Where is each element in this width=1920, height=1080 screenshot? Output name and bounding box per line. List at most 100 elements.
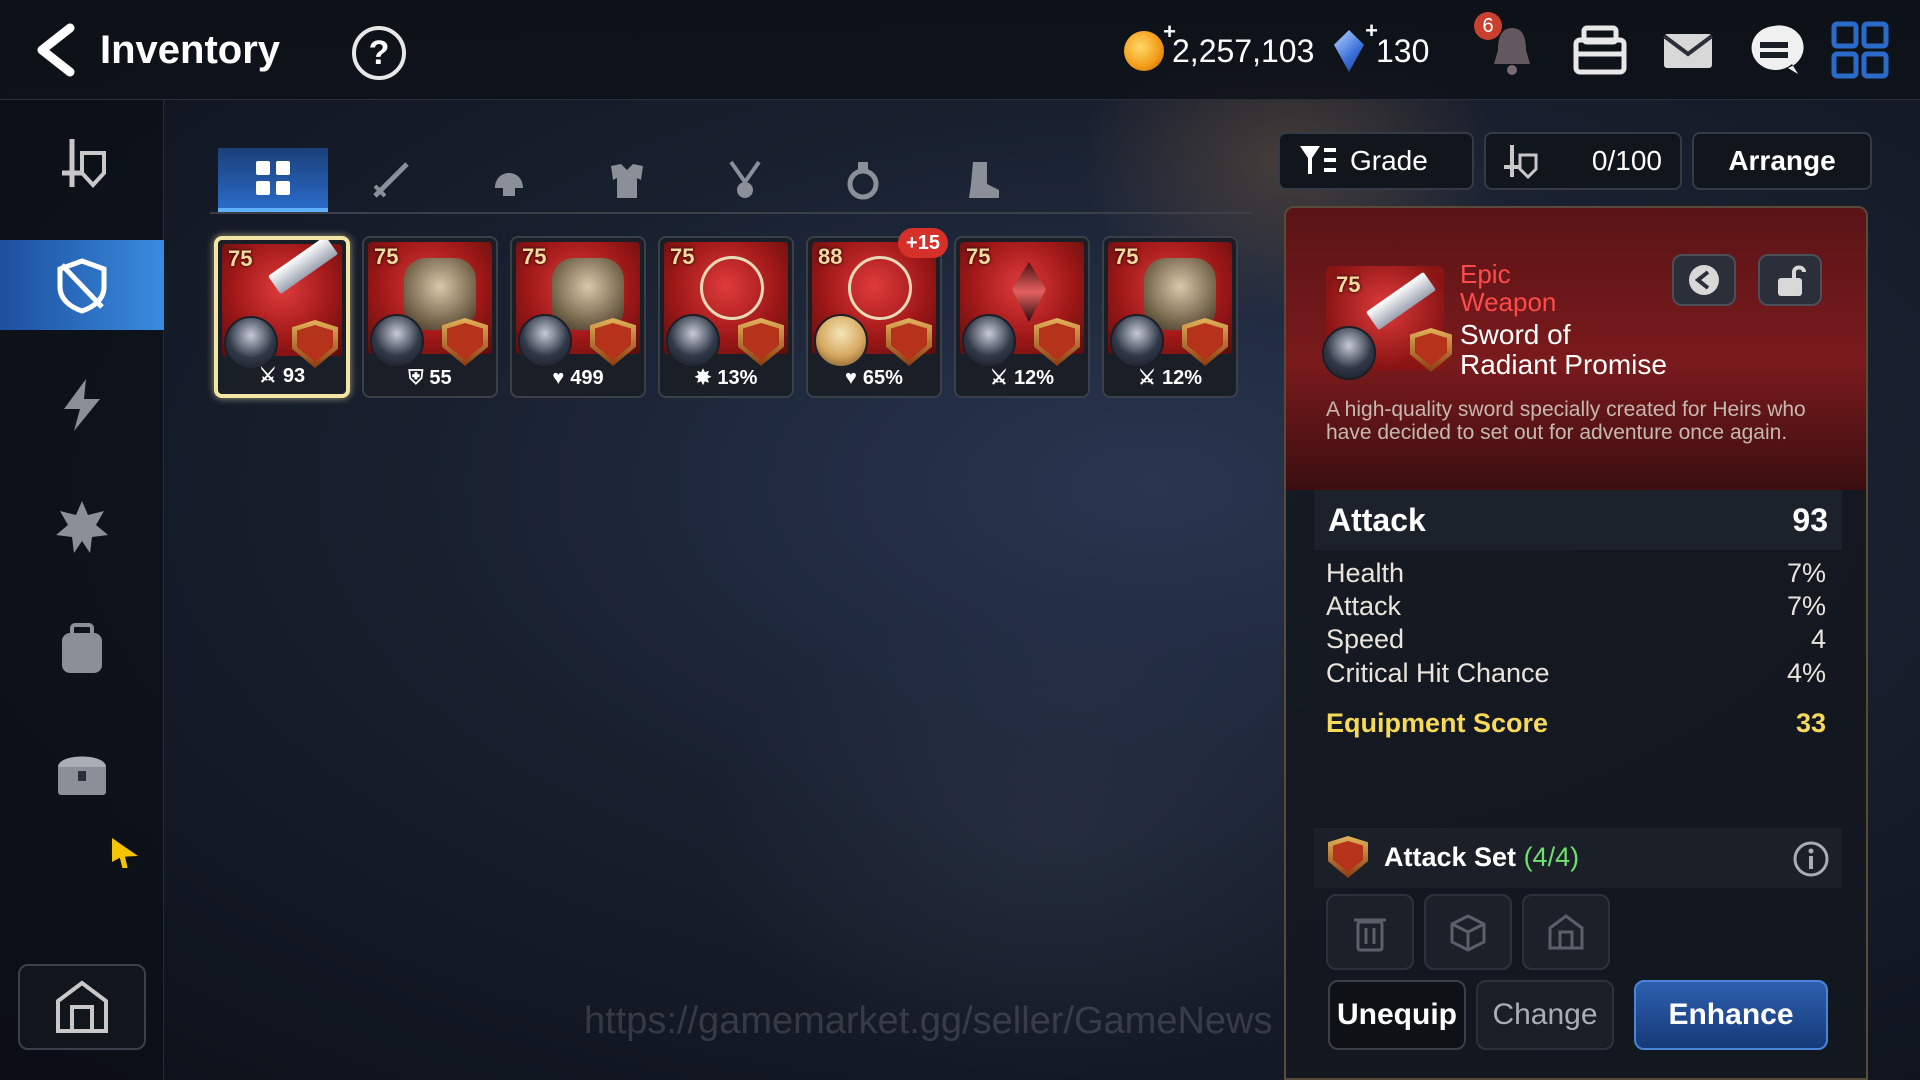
item-card-helmet[interactable]: 75 ⛨ 55 xyxy=(362,236,498,398)
main-stat-row: Attack 93 xyxy=(1314,490,1842,550)
item-card-necklace[interactable]: 88 ♥ 65% xyxy=(806,236,942,398)
item-card-necklace[interactable]: 75 ✸ 13% xyxy=(658,236,794,398)
chat-button[interactable] xyxy=(1744,20,1804,80)
share-button[interactable] xyxy=(1672,254,1736,306)
enhance-button[interactable]: Enhance xyxy=(1634,980,1828,1050)
set-name: Attack Set (4/4) xyxy=(1384,842,1579,873)
help-button[interactable]: ? xyxy=(352,26,406,80)
hero-portrait-avatar xyxy=(1322,326,1376,380)
item-level: 75 xyxy=(1114,244,1139,269)
hero-portrait-avatar xyxy=(666,314,720,368)
gold-currency[interactable]: + 2,257,103 xyxy=(1124,19,1314,74)
sword-art-icon xyxy=(268,240,338,295)
extract-button[interactable] xyxy=(1424,894,1512,970)
store-button[interactable] xyxy=(1522,894,1610,970)
sidebar-item-equipment[interactable] xyxy=(0,240,164,330)
attack-set-icon xyxy=(1182,318,1228,366)
item-main-stat: ♥ 65% xyxy=(808,367,940,390)
share-chat-icon xyxy=(1689,265,1719,295)
hero-portrait-avatar xyxy=(962,314,1016,368)
attack-set-icon xyxy=(1328,836,1368,878)
storage-icon xyxy=(56,980,108,1033)
tab-armor[interactable] xyxy=(572,148,682,212)
sidebar-item-heroes[interactable] xyxy=(0,118,164,208)
sidebar-item-chests[interactable] xyxy=(0,726,164,816)
necklace-art-icon xyxy=(848,256,912,320)
arrange-button[interactable]: Arrange xyxy=(1692,132,1872,190)
attack-icon: ⚔ xyxy=(990,367,1008,389)
substat-label: Speed xyxy=(1326,624,1405,654)
unlock-icon xyxy=(1778,265,1806,296)
attack-set-icon xyxy=(590,318,636,366)
attack-icon: ⚔ xyxy=(1138,367,1156,389)
change-button[interactable]: Change xyxy=(1476,980,1614,1050)
info-icon[interactable] xyxy=(1792,840,1830,878)
equipment-score-label: Equipment Score xyxy=(1326,708,1549,738)
item-main-stat: ⚔ 12% xyxy=(956,365,1088,390)
item-level: 75 xyxy=(670,244,695,269)
sidebar-item-artifacts[interactable] xyxy=(0,482,164,572)
item-stat-value: 55 xyxy=(429,367,452,389)
item-level: 88 xyxy=(818,244,843,269)
left-sidebar xyxy=(0,100,164,1080)
weapon-icon xyxy=(373,162,409,198)
shop-button[interactable] xyxy=(1570,20,1630,80)
item-grade: Epic xyxy=(1460,259,1511,289)
unequip-button[interactable]: Unequip xyxy=(1328,980,1466,1050)
sidebar-item-catalysts[interactable] xyxy=(0,360,164,450)
tab-helmet[interactable] xyxy=(454,148,564,212)
item-main-stat: ⛨ 55 xyxy=(364,367,496,390)
shop-icon xyxy=(1573,25,1627,75)
item-card-ring[interactable]: 75 ⚔ 12% xyxy=(954,236,1090,398)
item-detail-header: 75 Epic Weapon Sword of Radiant Promise … xyxy=(1286,208,1866,490)
category-tabs xyxy=(210,148,1252,214)
item-card-weapon[interactable]: 75 ⚔ 93 xyxy=(214,236,350,398)
item-stat-value: 65% xyxy=(862,367,903,389)
set-count: (4/4) xyxy=(1523,842,1580,872)
equipment-score-value: 33 xyxy=(1795,708,1826,738)
equipment-capacity-icon xyxy=(1504,145,1538,180)
crystal-currency[interactable]: + 130 xyxy=(1334,18,1430,74)
back-button[interactable] xyxy=(30,22,82,78)
substat-row: Attack 7% xyxy=(1326,591,1826,622)
attack-set-icon xyxy=(1034,318,1080,366)
tab-ring[interactable] xyxy=(808,148,918,212)
mail-icon xyxy=(1662,34,1714,68)
capacity-display: 0/100 xyxy=(1484,132,1682,190)
hero-portrait-avatar xyxy=(1110,314,1164,368)
mail-button[interactable] xyxy=(1658,20,1718,80)
gold-coin-icon: + xyxy=(1124,19,1176,71)
enhance-level-badge: +15 xyxy=(898,228,948,258)
item-stat-value: 499 xyxy=(570,367,604,389)
item-card-boots[interactable]: 75 ⚔ 12% xyxy=(1102,236,1238,398)
substat-row: Critical Hit Chance 4% xyxy=(1326,658,1826,689)
hero-sword-icon xyxy=(62,139,106,188)
storage-button[interactable] xyxy=(18,964,146,1050)
top-bar: Inventory ? + 2,257,103 + 130 6 xyxy=(0,0,1920,100)
crystal-amount: 130 xyxy=(1376,32,1430,69)
item-main-stat: ♥ 499 xyxy=(512,367,644,390)
substat-value: 4 xyxy=(1810,624,1826,654)
item-main-stat: ✸ 13% xyxy=(660,365,792,390)
lock-button[interactable] xyxy=(1758,254,1822,306)
all-icon xyxy=(256,161,290,195)
sidebar-item-materials[interactable] xyxy=(0,604,164,694)
menu-button[interactable] xyxy=(1830,20,1890,80)
grade-filter-button[interactable]: Grade xyxy=(1278,132,1474,190)
necklace-icon xyxy=(729,160,761,198)
boots-icon xyxy=(969,162,999,198)
main-stat-label: Attack xyxy=(1328,502,1426,538)
item-card-armor[interactable]: 75 ♥ 499 xyxy=(510,236,646,398)
helmet-icon xyxy=(495,173,523,196)
chest-icon xyxy=(58,756,106,795)
ring-icon xyxy=(847,162,879,200)
page-title: Inventory xyxy=(100,28,281,72)
tab-boots[interactable] xyxy=(926,148,1036,212)
item-level: 75 xyxy=(374,244,399,269)
storage-icon xyxy=(1548,914,1584,950)
item-description: A high-quality sword specially created f… xyxy=(1326,398,1806,444)
tab-weapon[interactable] xyxy=(336,148,446,212)
tab-necklace[interactable] xyxy=(690,148,800,212)
tab-all[interactable] xyxy=(218,148,328,212)
sell-button[interactable] xyxy=(1326,894,1414,970)
